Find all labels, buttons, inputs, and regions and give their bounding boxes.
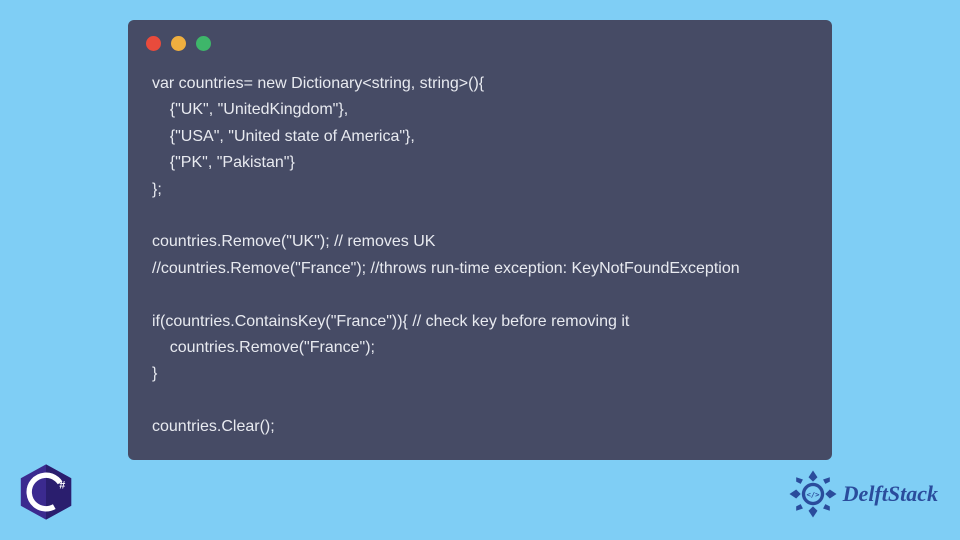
svg-text:#: # — [59, 479, 65, 491]
csharp-badge-icon: # — [16, 462, 76, 522]
code-line: } — [152, 365, 157, 382]
code-line: if(countries.ContainsKey("France")){ // … — [152, 313, 629, 330]
delftstack-mark-icon: </> — [785, 466, 841, 522]
code-body: var countries= new Dictionary<string, st… — [128, 59, 832, 460]
code-window: var countries= new Dictionary<string, st… — [128, 20, 832, 460]
minimize-dot-icon[interactable] — [171, 36, 186, 51]
code-line: {"PK", "Pakistan"} — [152, 154, 295, 171]
window-controls — [128, 20, 832, 59]
brand-name: DelftStack — [843, 481, 938, 507]
close-dot-icon[interactable] — [146, 36, 161, 51]
code-line: countries.Clear(); — [152, 418, 275, 435]
code-line: //countries.Remove("France"); //throws r… — [152, 260, 740, 277]
code-line: countries.Remove("UK"); // removes UK — [152, 233, 435, 250]
code-line: }; — [152, 181, 162, 198]
delftstack-logo: </> DelftStack — [785, 466, 938, 522]
code-line: var countries= new Dictionary<string, st… — [152, 75, 484, 92]
maximize-dot-icon[interactable] — [196, 36, 211, 51]
code-line: countries.Remove("France"); — [152, 339, 375, 356]
code-line: {"USA", "United state of America"}, — [152, 128, 415, 145]
code-line: {"UK", "UnitedKingdom"}, — [152, 101, 348, 118]
svg-text:</>: </> — [806, 490, 820, 499]
